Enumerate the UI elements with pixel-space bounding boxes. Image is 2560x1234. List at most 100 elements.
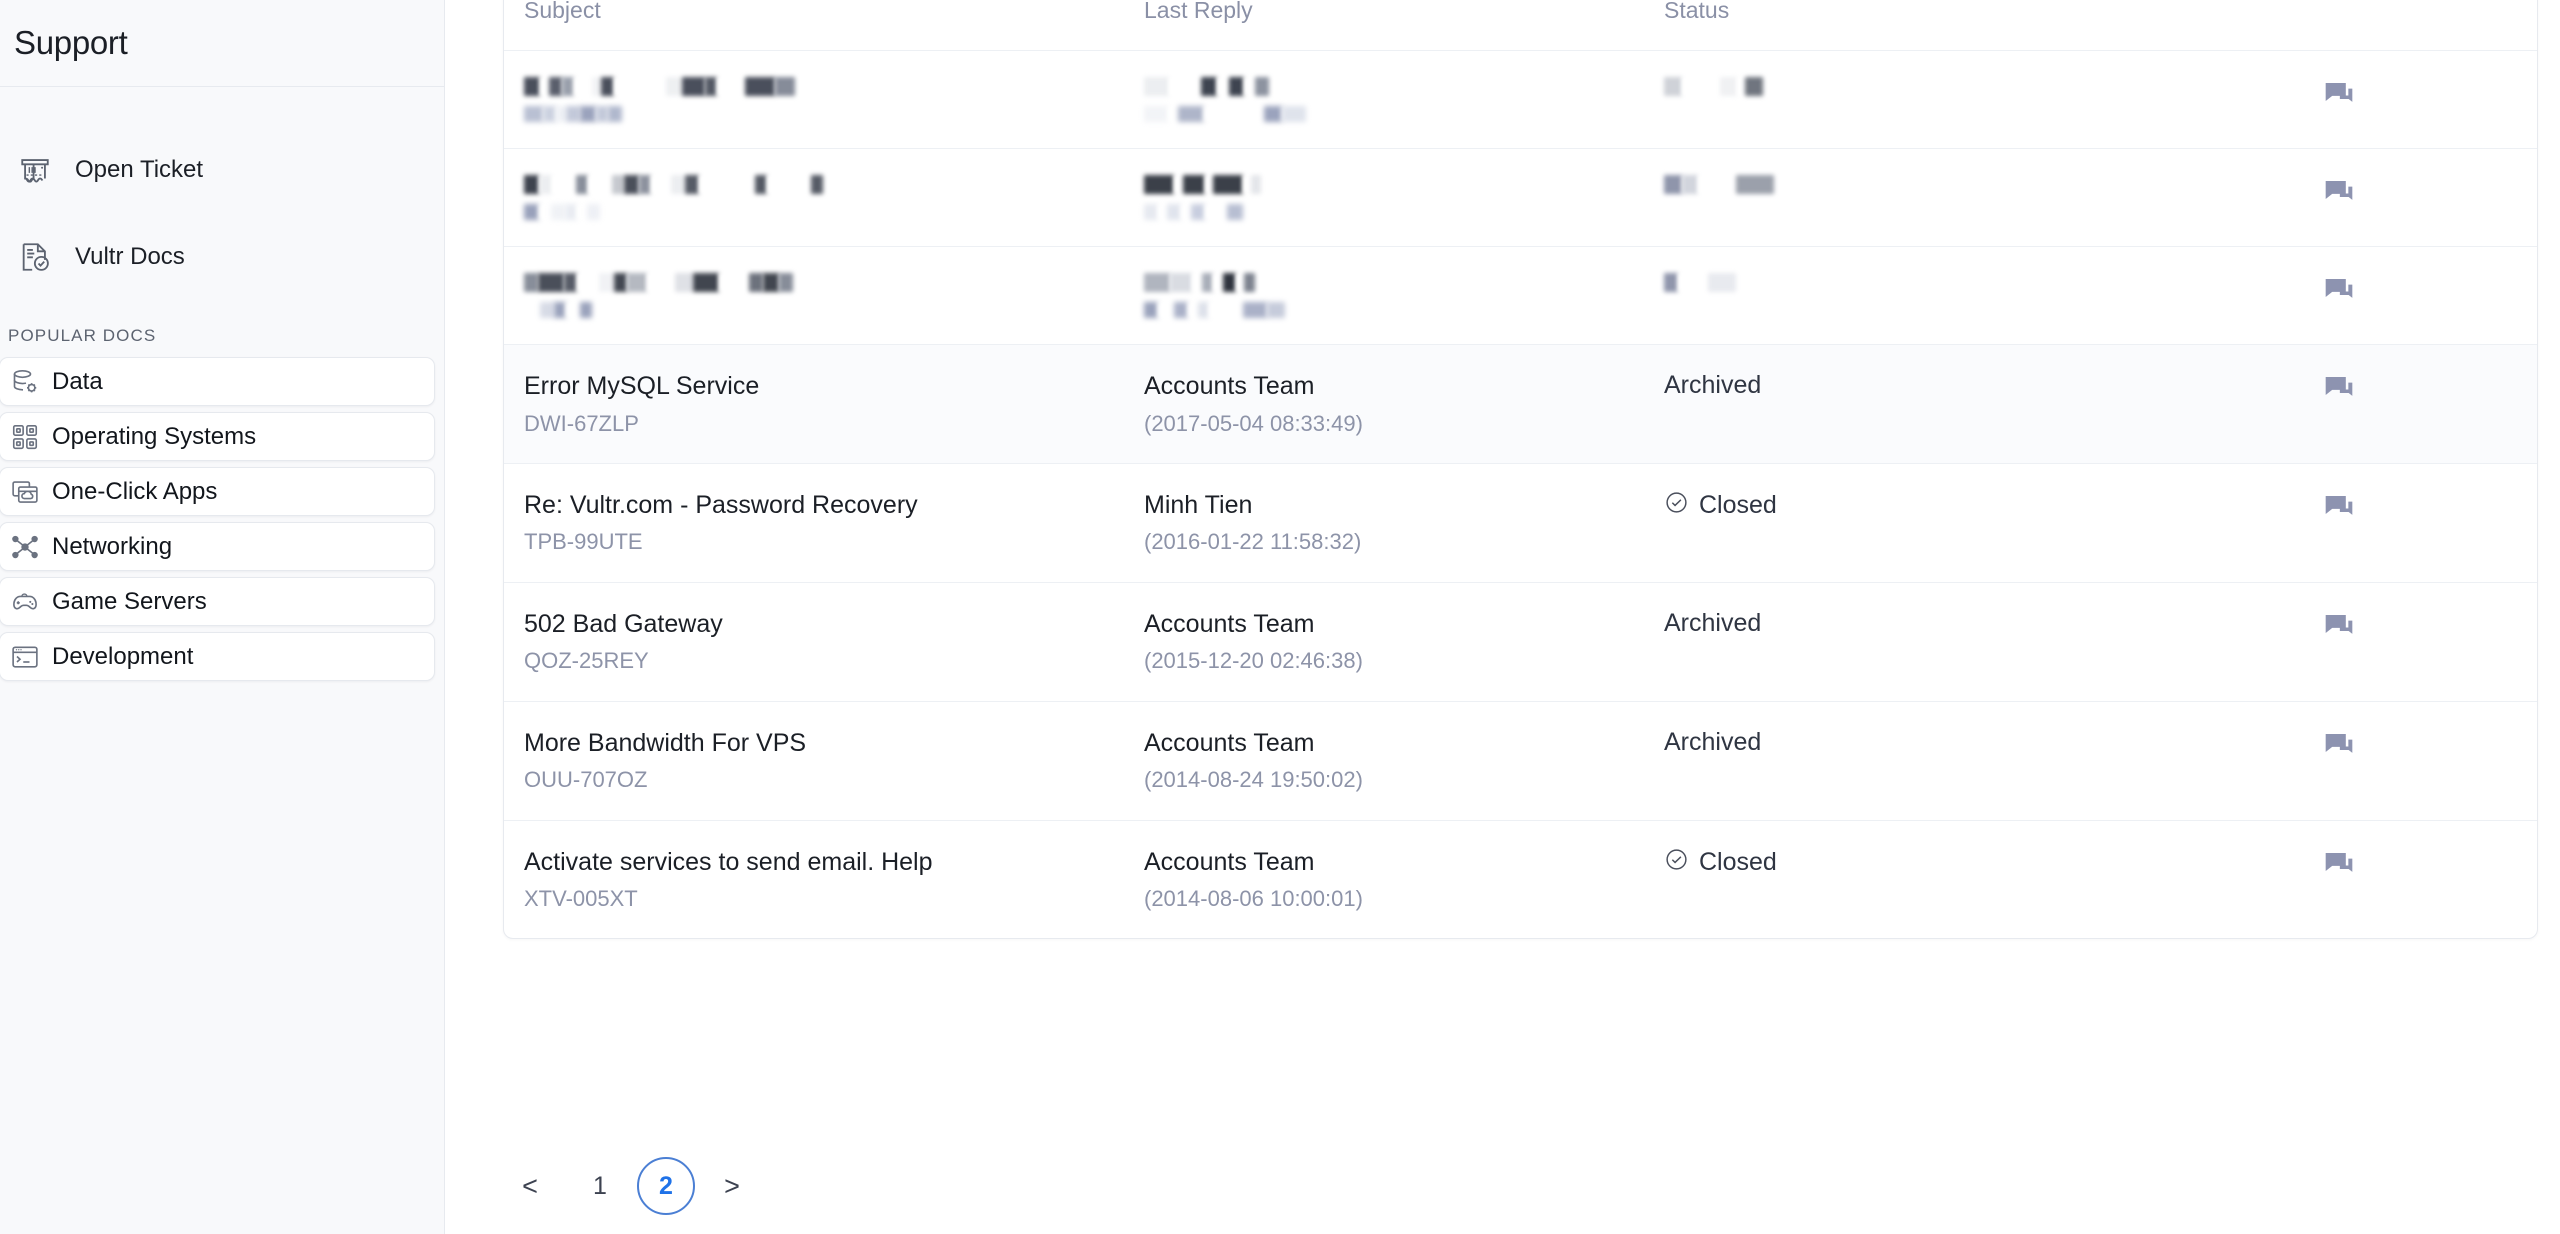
chat-bubbles-icon[interactable] <box>2322 609 2356 648</box>
database-gear-icon <box>6 367 44 397</box>
page-title: Support <box>14 24 128 61</box>
ticket-id: TPB-99UTE <box>524 529 643 555</box>
table-header-row: Subject Last Reply Status <box>504 0 2537 51</box>
redacted-subject <box>524 77 1144 96</box>
ticket-reply-timestamp: (2016-01-22 11:58:32) <box>1144 529 1362 555</box>
sidebar-item-label: Development <box>52 642 194 670</box>
sidebar-item-label: Networking <box>52 532 173 560</box>
ticket-status-cell <box>1664 175 2304 194</box>
ticket-status-cell <box>1664 77 2304 96</box>
redacted-reply-time <box>1144 106 1664 122</box>
ticket-chat-action[interactable] <box>2304 175 2537 214</box>
status-badge: Archived <box>1664 609 1761 638</box>
sidebar-item-operating-systems[interactable]: Operating Systems <box>0 412 435 461</box>
ticket-chat-action[interactable] <box>2304 490 2537 529</box>
ticket-subject: More Bandwidth For VPS <box>524 728 807 757</box>
chat-bubbles-icon[interactable] <box>2322 371 2356 410</box>
column-header-last-reply[interactable]: Last Reply <box>1144 0 1664 24</box>
status-badge: Archived <box>1664 728 1761 757</box>
column-header-subject[interactable]: Subject <box>504 0 1144 24</box>
check-circle-icon <box>1664 490 1689 522</box>
network-nodes-icon <box>6 532 44 562</box>
ticket-last-reply-cell: Accounts Team (2014-08-06 10:00:01) <box>1144 847 1664 913</box>
pagination-next-button[interactable]: > <box>705 1159 759 1213</box>
chat-bubbles-icon[interactable] <box>2322 847 2356 886</box>
ticket-chat-action[interactable] <box>2304 847 2537 886</box>
status-badge: Archived <box>1664 371 1761 400</box>
pagination-page-1[interactable]: 1 <box>573 1159 627 1213</box>
ticket-icon <box>18 153 64 187</box>
sidebar-item-label: Operating Systems <box>52 422 257 450</box>
ticket-chat-action[interactable] <box>2304 609 2537 648</box>
ticket-status-cell: Archived <box>1664 728 2304 757</box>
ticket-chat-action[interactable] <box>2304 273 2537 312</box>
ticket-last-reply-cell: Accounts Team (2014-08-24 19:50:02) <box>1144 728 1664 794</box>
ticket-reply-author: Accounts Team <box>1144 847 1315 876</box>
sidebar-item-data[interactable]: Data <box>0 357 435 406</box>
ticket-id: DWI-67ZLP <box>524 410 639 436</box>
status-label: Archived <box>1664 608 1762 637</box>
ticket-status-cell: Archived <box>1664 371 2304 400</box>
ticket-subject-cell: 502 Bad Gateway QOZ-25REY <box>504 609 1144 675</box>
ticket-reply-author: Accounts Team <box>1144 609 1315 638</box>
table-row[interactable] <box>504 247 2537 345</box>
redacted-subject <box>524 273 1144 292</box>
chat-bubbles-icon[interactable] <box>2322 728 2356 767</box>
table-row[interactable] <box>504 51 2537 149</box>
table-row[interactable]: Activate services to send email. Help XT… <box>504 821 2537 939</box>
ticket-subject: Activate services to send email. Help <box>524 847 933 876</box>
sidebar-item-label: Open Ticket <box>75 156 204 183</box>
sidebar-item-development[interactable]: Development <box>0 632 435 681</box>
redacted-reply-by <box>1144 77 1664 96</box>
ticket-chat-action[interactable] <box>2304 371 2537 410</box>
chat-bubbles-icon[interactable] <box>2322 175 2356 214</box>
pagination-page-2[interactable]: 2 <box>637 1157 695 1215</box>
redacted-status <box>1664 273 2304 292</box>
pagination-prev-button[interactable]: < <box>503 1159 557 1213</box>
cloud-windows-icon <box>6 477 44 507</box>
table-row[interactable]: Error MySQL Service DWI-67ZLP Accounts T… <box>504 345 2537 464</box>
table-row[interactable]: Re: Vultr.com - Password Recovery TPB-99… <box>504 464 2537 583</box>
ticket-id: XTV-005XT <box>524 886 638 912</box>
redacted-reply-time <box>1144 302 1664 318</box>
table-row[interactable]: More Bandwidth For VPS OUU-707OZ Account… <box>504 702 2537 821</box>
sidebar-item-label: Game Servers <box>52 587 207 615</box>
sidebar-item-vultr-docs[interactable]: Vultr Docs <box>0 227 444 287</box>
chat-bubbles-icon[interactable] <box>2322 490 2356 529</box>
redacted-ticket-id <box>524 204 1144 220</box>
table-row[interactable]: 502 Bad Gateway QOZ-25REY Accounts Team … <box>504 583 2537 702</box>
ticket-subject-cell <box>504 273 1144 318</box>
status-badge: Closed <box>1664 490 1777 522</box>
ticket-status-cell: Archived <box>1664 609 2304 638</box>
ticket-subject-cell <box>504 175 1144 220</box>
ticket-subject-cell: Activate services to send email. Help XT… <box>504 847 1144 913</box>
ticket-chat-action[interactable] <box>2304 728 2537 767</box>
ticket-last-reply-cell <box>1144 273 1664 318</box>
chat-bubbles-icon[interactable] <box>2322 273 2356 312</box>
ticket-subject: Error MySQL Service <box>524 372 760 400</box>
sidebar-item-open-ticket[interactable]: Open Ticket <box>0 140 444 200</box>
ticket-reply-timestamp: (2017-05-04 08:33:49) <box>1144 410 1363 436</box>
tickets-table: Subject Last Reply Status Error MySQL Se… <box>503 0 2538 940</box>
ticket-reply-author: Accounts Team <box>1144 728 1315 757</box>
sidebar-item-one-click-apps[interactable]: One-Click Apps <box>0 467 435 516</box>
column-header-status[interactable]: Status <box>1664 0 2304 24</box>
sidebar-item-networking[interactable]: Networking <box>0 522 435 571</box>
popular-docs-section-label: POPULAR DOCS <box>8 326 157 345</box>
grid-squares-icon <box>6 422 44 452</box>
ticket-id: OUU-707OZ <box>524 767 648 793</box>
sidebar-item-game-servers[interactable]: Game Servers <box>0 577 435 626</box>
ticket-subject-cell: Error MySQL Service DWI-67ZLP <box>504 371 1144 437</box>
status-label: Archived <box>1664 371 1762 399</box>
ticket-chat-action[interactable] <box>2304 77 2537 116</box>
sidebar-item-label: One-Click Apps <box>52 477 218 505</box>
chat-bubbles-icon[interactable] <box>2322 77 2356 116</box>
ticket-subject: 502 Bad Gateway <box>524 609 723 638</box>
ticket-subject-cell: More Bandwidth For VPS OUU-707OZ <box>504 728 1144 794</box>
ticket-subject-cell: Re: Vultr.com - Password Recovery TPB-99… <box>504 490 1144 556</box>
ticket-status-cell: Closed <box>1664 490 2304 522</box>
sidebar-item-label: Vultr Docs <box>75 243 185 270</box>
terminal-icon <box>6 642 44 672</box>
redacted-reply-by <box>1144 175 1664 194</box>
table-row[interactable] <box>504 149 2537 247</box>
